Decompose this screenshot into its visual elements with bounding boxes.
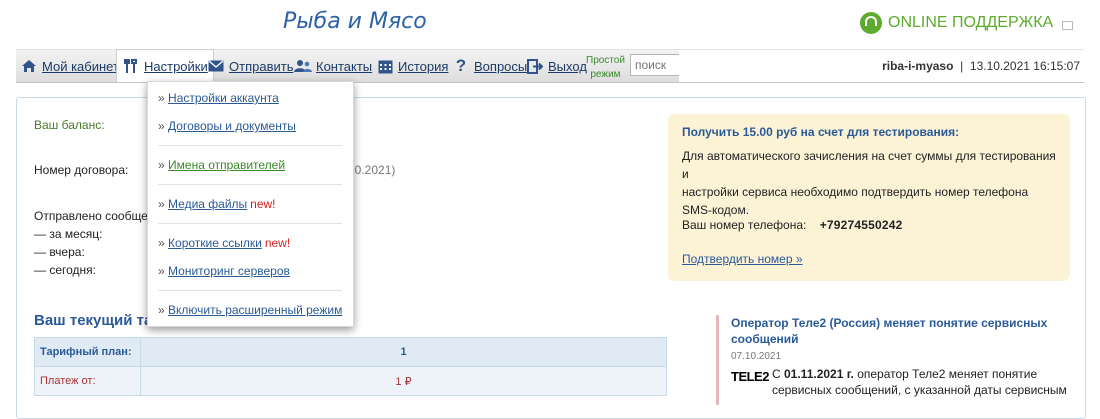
tariff-plan-label: Тарифный план: <box>34 337 141 367</box>
sent-yesterday: — вчера: <box>34 245 85 259</box>
menu-divider <box>158 223 342 224</box>
simple-mode-line1: Простой <box>586 55 625 66</box>
mail-icon[interactable] <box>1062 20 1074 30</box>
menu-item-sender-names[interactable]: » Имена отправителей <box>158 158 285 172</box>
menu-item-extended-mode[interactable]: » Включить расширенный режим <box>158 303 342 317</box>
phone-value: +79274550242 <box>819 218 903 232</box>
settings-tools-icon <box>122 58 140 74</box>
balance-label: Ваш баланс: <box>34 118 105 132</box>
menu-item-label: Включить расширенный режим <box>168 303 343 317</box>
nav-contacts[interactable]: Контакты <box>294 50 372 82</box>
news-bold-date: 01.11.2021 г. <box>784 367 854 381</box>
info-box-title: Получить 15.00 руб на счет для тестирова… <box>682 125 960 139</box>
info-box-text: Для автоматического зачисления на счет с… <box>682 147 1060 219</box>
sent-stats: Отправлено сообщен — за месяц: — вчера: … <box>34 207 154 279</box>
user-status-area: riba-i-myaso | 13.10.2021 16:15:07 <box>679 50 1084 82</box>
table-row: Тарифный план: 1 <box>34 337 667 367</box>
chevron-right-icon: » <box>158 303 165 317</box>
logout-icon <box>526 58 544 74</box>
sent-month: — за месяц: <box>34 227 103 241</box>
sent-label: Отправлено сообщен <box>34 209 155 223</box>
menu-item-label: Мониторинг серверов <box>168 264 290 278</box>
test-balance-info-box: Получить 15.00 руб на счет для тестирова… <box>668 114 1070 281</box>
info-box-text-line2: настройки сервиса необходимо подтвердить… <box>682 185 1029 217</box>
online-support-link[interactable]: ONLINE ПОДДЕРЖКА <box>860 12 1074 34</box>
tariff-table: Тарифный план: 1 Платеж от: 1 ₽ <box>34 337 667 396</box>
calendar-icon <box>376 58 394 74</box>
nav-questions-label: Вопросы <box>474 58 528 74</box>
menu-divider <box>158 290 342 291</box>
sent-today: — сегодня: <box>34 263 96 277</box>
simple-mode-toggle[interactable]: Простой режим <box>586 54 625 82</box>
payment-value: 1 ₽ <box>140 366 667 396</box>
info-box-text-line1: Для автоматического зачисления на счет с… <box>682 149 1056 181</box>
contract-date: 10.2021) <box>348 163 396 177</box>
settings-dropdown-menu: » Настройки аккаунта » Договоры и докуме… <box>147 81 354 327</box>
phone-row: Ваш номер телефона: +79274550242 <box>682 218 903 232</box>
table-row: Платеж от: 1 ₽ <box>34 366 667 396</box>
new-badge: new! <box>250 197 276 211</box>
confirm-number-link[interactable]: Подтвердить номер » <box>682 252 803 266</box>
nav-settings-label: Настройки <box>144 58 208 74</box>
payment-label: Платеж от: <box>34 366 141 396</box>
online-support-label: ONLINE ПОДДЕРЖКА <box>888 14 1054 31</box>
news-date: 07.10.2021 <box>731 351 782 362</box>
nav-send-label: Отправить <box>229 58 294 74</box>
menu-item-label: Договоры и документы <box>168 119 296 133</box>
current-datetime: 13.10.2021 16:15:07 <box>969 59 1080 73</box>
question-icon: ? <box>455 56 467 75</box>
news-item: Оператор Теле2 (Россия) меняет понятие с… <box>716 315 1091 405</box>
menu-divider <box>158 145 342 146</box>
menu-item-label: Настройки аккаунта <box>168 91 279 105</box>
nav-contacts-label: Контакты <box>316 58 373 74</box>
news-prefix: С <box>772 367 784 381</box>
tariff-title: Ваш текущий та <box>34 312 153 329</box>
headset-icon <box>860 12 882 34</box>
menu-item-account-settings[interactable]: » Настройки аккаунта <box>158 91 279 105</box>
tariff-plan-value: 1 <box>140 337 667 367</box>
news-title[interactable]: Оператор Теле2 (Россия) меняет понятие с… <box>731 315 1091 347</box>
nav-logout-label: Выход <box>548 58 587 74</box>
simple-mode-line2: режим <box>590 69 621 80</box>
nav-history-label: История <box>398 58 449 74</box>
contacts-icon <box>294 58 312 74</box>
new-badge: new! <box>264 236 291 250</box>
user-status: riba-i-myaso | 13.10.2021 16:15:07 <box>882 59 1080 73</box>
phone-label: Ваш номер телефона: <box>682 218 807 232</box>
menu-item-server-monitoring[interactable]: » Мониторинг серверов <box>158 264 290 278</box>
menu-item-short-links[interactable]: » Короткие ссылки new! <box>158 236 290 250</box>
status-separator: | <box>960 59 964 73</box>
menu-divider <box>158 184 342 185</box>
chevron-right-icon: » <box>158 264 165 278</box>
menu-item-media-files[interactable]: » Медиа файлы new! <box>158 197 276 211</box>
news-body: TELE2 С 01.11.2021 г. оператор Теле2 мен… <box>731 366 1091 398</box>
news-text: С 01.11.2021 г. оператор Теле2 меняет по… <box>731 366 1091 398</box>
menu-item-label: Медиа файлы <box>168 197 248 211</box>
chevron-right-icon: » <box>158 197 165 211</box>
main-navbar: Мой кабинет Настройки Отправить Контакты… <box>16 49 1084 83</box>
nav-my-cabinet[interactable]: Мой кабинет <box>20 50 119 82</box>
chevron-right-icon: » <box>158 158 165 172</box>
chevron-right-icon: » <box>158 119 165 133</box>
envelope-icon <box>207 58 225 74</box>
menu-item-label: Короткие ссылки <box>168 236 262 250</box>
tele2-logo: TELE2 <box>731 369 769 384</box>
nav-my-cabinet-label: Мой кабинет <box>42 58 119 74</box>
site-logo[interactable]: Рыба и Мясо <box>283 9 427 34</box>
chevron-right-icon: » <box>158 91 165 105</box>
nav-questions[interactable]: ? Вопросы <box>452 50 527 82</box>
menu-item-contracts-documents[interactable]: » Договоры и документы <box>158 119 296 133</box>
nav-logout[interactable]: Выход <box>526 50 587 82</box>
nav-history[interactable]: История <box>376 50 448 82</box>
home-icon <box>20 58 38 74</box>
contract-label: Номер договора: <box>34 163 129 177</box>
nav-settings[interactable]: Настройки <box>116 49 214 82</box>
nav-send[interactable]: Отправить <box>207 50 293 82</box>
username: riba-i-myaso <box>882 59 954 73</box>
chevron-right-icon: » <box>158 236 165 250</box>
menu-item-label: Имена отправителей <box>168 158 286 172</box>
